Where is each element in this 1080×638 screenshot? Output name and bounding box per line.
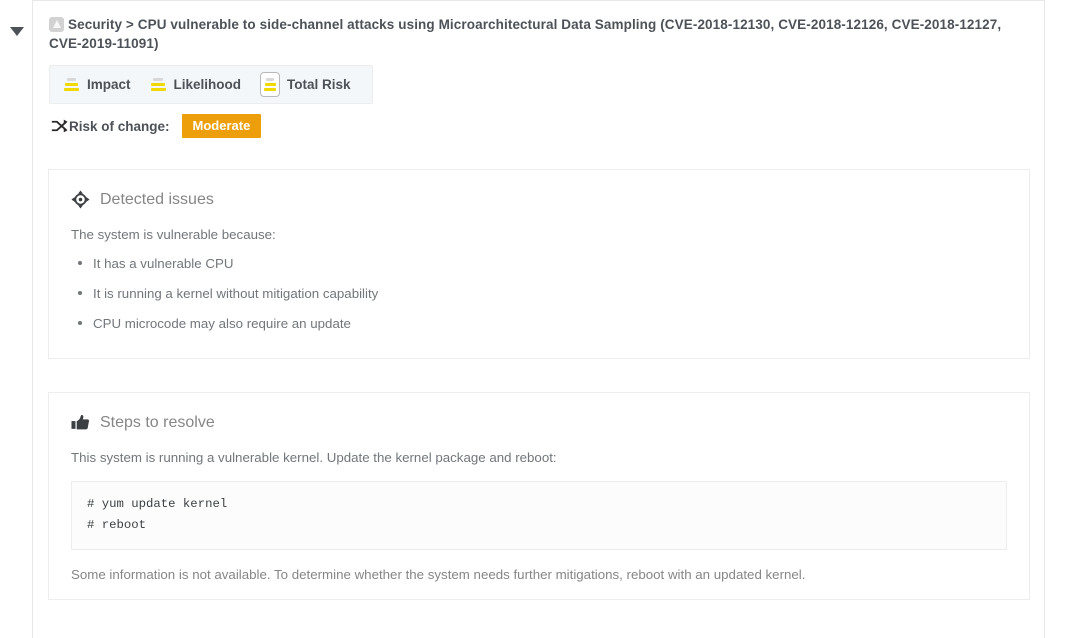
list-item: CPU microcode may also require an update: [71, 314, 1007, 333]
risk-of-change-label: Risk of change:: [69, 118, 170, 134]
rule-detail-screen: Security > CPU vulnerable to side-channe…: [0, 0, 1080, 638]
rule-panel-header: Security > CPU vulnerable to side-channe…: [33, 1, 1044, 138]
steps-to-resolve-card: Steps to resolve This system is running …: [48, 392, 1030, 600]
steps-to-resolve-header: Steps to resolve: [71, 413, 1007, 432]
page-title: Security > CPU vulnerable to side-channe…: [49, 17, 1002, 51]
detected-issues-card: Detected issues The system is vulnerable…: [48, 169, 1030, 359]
severity-bar-bottom: [264, 88, 277, 91]
detected-issues-header: Detected issues: [71, 190, 1007, 209]
severity-tabstrip: Impact Likelihood Total Risk: [49, 65, 373, 104]
thumbs-up-icon: [71, 413, 90, 432]
remediation-code-block[interactable]: # yum update kernel # reboot: [71, 481, 1007, 550]
panel-collapse-toggle[interactable]: [8, 22, 26, 40]
severity-bar-bottom: [150, 88, 166, 91]
tab-likelihood[interactable]: Likelihood: [148, 74, 252, 95]
detected-issues-title: Detected issues: [100, 190, 214, 208]
list-item: It has a vulnerable CPU: [71, 254, 1007, 273]
severity-bar-middle: [264, 83, 276, 86]
rule-title-row: Security > CPU vulnerable to side-channe…: [49, 15, 1028, 53]
security-shield-icon: [49, 17, 64, 32]
list-item: It is running a kernel without mitigatio…: [71, 284, 1007, 303]
severity-bar-middle: [151, 83, 165, 86]
steps-to-resolve-intro: This system is running a vulnerable kern…: [71, 450, 557, 465]
caret-down-icon: [10, 26, 24, 36]
severity-bar-bottom: [64, 88, 79, 91]
severity-bars-icon: [260, 72, 281, 97]
tab-impact[interactable]: Impact: [61, 74, 141, 95]
tab-total-risk[interactable]: Total Risk: [258, 71, 361, 98]
tab-likelihood-label: Likelihood: [173, 77, 242, 92]
crosshairs-icon: [71, 190, 90, 209]
risk-of-change-row: Risk of change: Moderate: [51, 114, 1028, 138]
shuffle-icon: [51, 119, 68, 133]
risk-of-change-badge: Moderate: [181, 114, 262, 138]
severity-bar-top: [66, 78, 77, 81]
severity-bar-middle: [64, 83, 79, 86]
detected-issues-list: It has a vulnerable CPU It is running a …: [71, 254, 1007, 333]
severity-bar-top: [266, 78, 274, 81]
steps-to-resolve-title: Steps to resolve: [100, 413, 215, 431]
severity-bars-icon: [150, 75, 167, 94]
tab-impact-label: Impact: [87, 77, 131, 92]
severity-bars-icon: [63, 75, 80, 94]
detected-issues-intro: The system is vulnerable because:: [71, 227, 276, 242]
tab-total-risk-label: Total Risk: [287, 77, 351, 92]
severity-bar-top: [153, 78, 163, 81]
steps-to-resolve-note: Some information is not available. To de…: [71, 567, 806, 582]
